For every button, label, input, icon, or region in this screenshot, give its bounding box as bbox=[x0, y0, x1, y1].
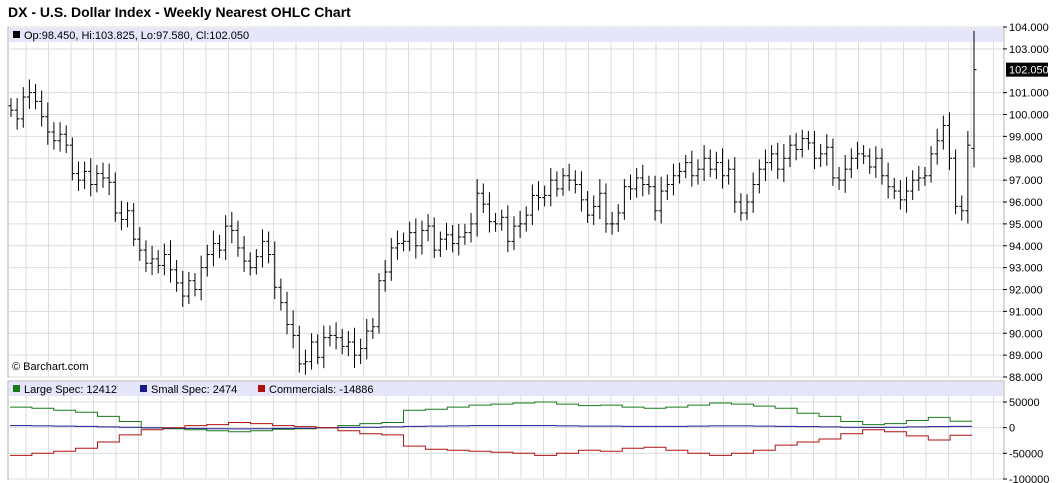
price-axis: 104.000 103.000 102.050 101.000 100.000 99.00… bbox=[1003, 22, 1049, 384]
y-tick-label: 93.000 bbox=[1009, 263, 1043, 275]
y-tick-label: 94.000 bbox=[1009, 241, 1043, 253]
legend-item: Commercials: -14886 bbox=[258, 384, 374, 396]
y-tick-label: 104.000 bbox=[1009, 22, 1049, 34]
legend-label: Small Spec: 2474 bbox=[151, 384, 237, 396]
legend-label: Large Spec: 12412 bbox=[24, 384, 117, 396]
y-tick-label: 99.000 bbox=[1009, 131, 1043, 143]
y-tick-label: 0 bbox=[1009, 423, 1015, 435]
legend-swatch bbox=[258, 385, 265, 392]
ohlc-legend-swatch bbox=[13, 31, 20, 38]
y-tick-label: 50000 bbox=[1009, 397, 1040, 409]
ohlc-legend-text: Op:98.450, Hi:103.825, Lo:97.580, Cl:102… bbox=[24, 30, 249, 42]
last-price-label: 102.050 bbox=[1009, 65, 1049, 77]
y-tick-label: 90.000 bbox=[1009, 328, 1043, 340]
y-tick-label: 100.000 bbox=[1009, 110, 1049, 122]
y-tick-label: 97.000 bbox=[1009, 175, 1043, 187]
y-tick-label: -100000 bbox=[1009, 474, 1049, 483]
y-tick-label: 92.000 bbox=[1009, 285, 1043, 297]
legend-swatch bbox=[13, 385, 20, 392]
y-tick-label: 95.000 bbox=[1009, 219, 1043, 231]
watermark: © Barchart.com bbox=[12, 361, 89, 373]
y-tick-label: 89.000 bbox=[1009, 350, 1043, 362]
y-tick-label: 91.000 bbox=[1009, 306, 1043, 318]
legend-swatch bbox=[140, 385, 147, 392]
cot-legend: Large Spec: 12412 Small Spec: 2474 Commerc… bbox=[13, 384, 374, 396]
y-tick-label: 88.000 bbox=[1009, 372, 1043, 384]
legend-label: Commercials: -14886 bbox=[269, 384, 374, 396]
y-tick-label: 96.000 bbox=[1009, 197, 1043, 209]
y-tick-label: 101.000 bbox=[1009, 88, 1049, 100]
legend-item: Small Spec: 2474 bbox=[140, 384, 237, 396]
y-tick-label: -50000 bbox=[1009, 448, 1043, 460]
legend-item: Large Spec: 12412 bbox=[13, 384, 117, 396]
y-tick-label: 103.000 bbox=[1009, 44, 1049, 56]
chart-canvas: Op:98.450, Hi:103.825, Lo:97.580, Cl:102… bbox=[7, 22, 1049, 483]
cot-axis: 50000 0 -50000 -100000 bbox=[1003, 397, 1049, 483]
y-tick-label: 98.000 bbox=[1009, 153, 1043, 165]
